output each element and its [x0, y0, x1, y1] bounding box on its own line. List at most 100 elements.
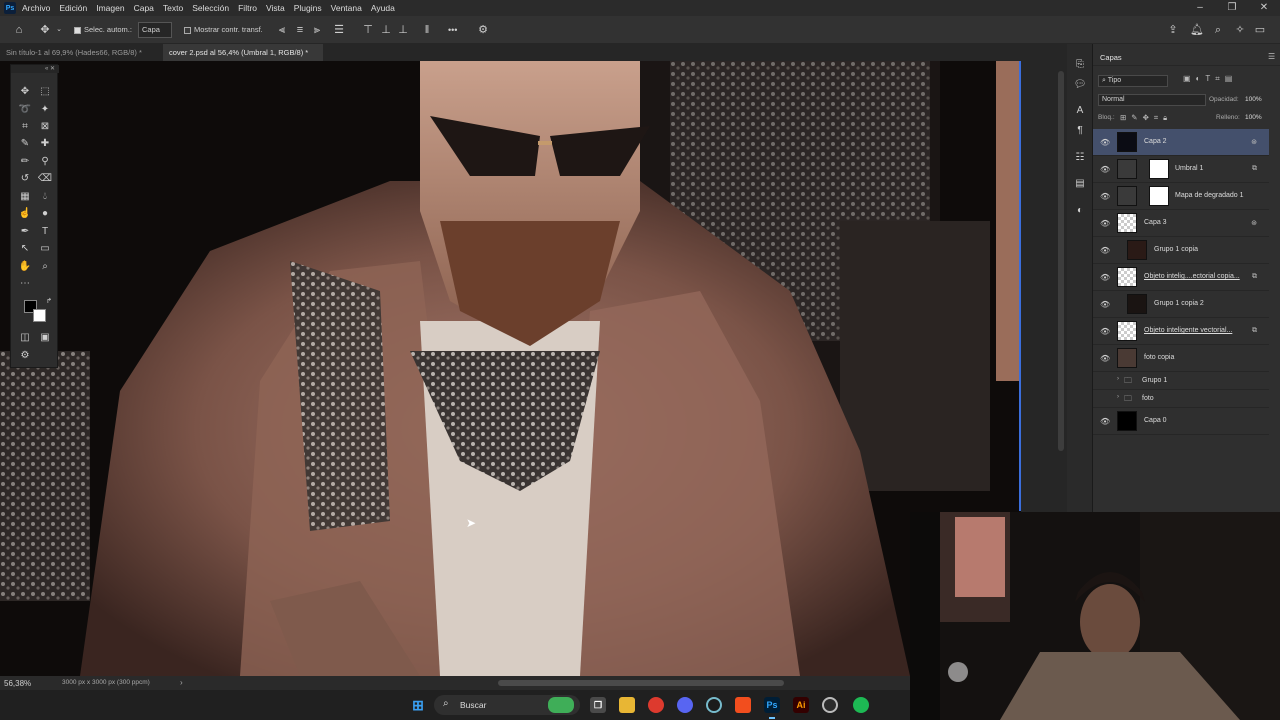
layer-row-capa-3[interactable]: 👁︎ Capa 3 ⊛: [1093, 210, 1269, 237]
smudge-tool-icon[interactable]: ☝: [17, 207, 33, 221]
task-view-icon[interactable]: ❐: [590, 697, 606, 713]
more-options-icon[interactable]: •••: [448, 22, 462, 38]
layers-panel-title[interactable]: Capas: [1100, 53, 1122, 62]
photoshop-taskbar-icon[interactable]: Ps: [764, 697, 780, 713]
zoom-level[interactable]: 56,38%: [4, 679, 31, 688]
layer-name[interactable]: Objeto intelig....ectorial copia...: [1144, 273, 1240, 280]
crop-tool-icon[interactable]: ⌗: [17, 120, 33, 134]
share-icon[interactable]: ⇪: [1166, 22, 1180, 38]
move-tool-icon[interactable]: ✥: [38, 22, 52, 38]
history-brush-icon[interactable]: ↺: [17, 172, 33, 186]
paragraph-icon[interactable]: ¶: [1072, 124, 1088, 138]
opacity-input[interactable]: 100%: [1245, 96, 1262, 103]
distribute-vertical-icon[interactable]: ‖: [421, 22, 433, 38]
eye-icon[interactable]: 👁︎: [1100, 417, 1110, 426]
layer-name[interactable]: Capa 0: [1144, 417, 1167, 424]
layer-row-umbral-1[interactable]: 👁︎ Umbral 1 ⧉: [1093, 156, 1269, 183]
properties-icon[interactable]: ◐: [1072, 204, 1088, 218]
menu-plugins[interactable]: Plugins: [294, 3, 322, 13]
chevron-right-icon[interactable]: ›: [1117, 376, 1119, 382]
illustrator-taskbar-icon[interactable]: Ai: [793, 697, 809, 713]
brush-tool-icon[interactable]: ✏: [17, 155, 33, 169]
adjustments-icon[interactable]: ☷: [1072, 151, 1088, 165]
type-tool-icon[interactable]: T: [37, 225, 53, 239]
windows-start-icon[interactable]: ⊞: [410, 697, 426, 713]
chevron-down-icon[interactable]: ⌄: [55, 22, 63, 38]
libraries-icon[interactable]: ▤: [1072, 177, 1088, 191]
layer-row-grupo-1[interactable]: › 🗀 Grupo 1: [1093, 372, 1269, 390]
swap-colors-icon[interactable]: ↱: [41, 295, 57, 309]
comments-icon[interactable]: 💬︎: [1072, 78, 1088, 92]
more-tools-icon[interactable]: ⋯: [17, 277, 33, 291]
stamp-tool-icon[interactable]: ⚲: [37, 155, 53, 169]
chevron-right-icon[interactable]: ›: [1117, 394, 1119, 400]
dodge-tool-icon[interactable]: ●: [37, 207, 53, 221]
align-center-icon[interactable]: ≡: [294, 22, 306, 38]
align-middle-icon[interactable]: ⊥: [380, 22, 392, 38]
align-top-icon[interactable]: ⊤: [362, 22, 374, 38]
move-tool-icon[interactable]: ✥: [17, 85, 33, 99]
layer-row-mapa-degradado[interactable]: 👁︎ Mapa de degradado 1: [1093, 183, 1269, 210]
layer-name[interactable]: Capa 2: [1144, 138, 1167, 145]
lock-icons[interactable]: ⊞✎✥⌗🔒︎: [1120, 113, 1172, 123]
menu-edicion[interactable]: Edición: [59, 3, 87, 13]
status-chevron-icon[interactable]: ›: [180, 678, 183, 687]
file-explorer-icon[interactable]: [619, 697, 635, 713]
layer-row-capa-2[interactable]: 👁︎ Capa 2 ⊛: [1093, 129, 1269, 156]
quick-mask-icon[interactable]: ◫: [17, 331, 33, 345]
layer-name[interactable]: foto copia: [1144, 354, 1174, 361]
frame-tool-icon[interactable]: ⊠: [37, 120, 53, 134]
document-canvas[interactable]: ➤: [0, 61, 1021, 676]
zoom-tool-icon[interactable]: ⌕: [37, 260, 53, 274]
align-right-icon[interactable]: ⫸: [311, 22, 323, 38]
pen-tool-icon[interactable]: ✒: [17, 225, 33, 239]
layer-name[interactable]: Capa 3: [1144, 219, 1167, 226]
eye-icon[interactable]: 👁︎: [1100, 138, 1110, 147]
layer-name[interactable]: Grupo 1 copia 2: [1154, 300, 1204, 307]
marquee-tool-icon[interactable]: ⬚: [37, 85, 53, 99]
healing-brush-icon[interactable]: ✚: [37, 137, 53, 151]
discord-icon[interactable]: [677, 697, 693, 713]
show-transform-check[interactable]: [184, 26, 191, 34]
layer-row-objeto-vectorial[interactable]: 👁︎ Objeto inteligente vectorial... ⧉: [1093, 318, 1269, 345]
align-left-icon[interactable]: ⫷: [276, 22, 288, 38]
gear-icon[interactable]: ⚙: [476, 22, 490, 38]
lasso-tool-icon[interactable]: ➰: [17, 103, 33, 117]
history-icon[interactable]: ⎘: [1072, 58, 1088, 72]
distribute-icon[interactable]: ☰: [333, 22, 345, 38]
menu-ventana[interactable]: Ventana: [331, 3, 362, 13]
menu-ayuda[interactable]: Ayuda: [371, 3, 395, 13]
blend-mode-dropdown[interactable]: Normal: [1098, 94, 1206, 106]
slack-icon[interactable]: [706, 697, 722, 713]
menu-seleccion[interactable]: Selección: [192, 3, 229, 13]
settings-icon[interactable]: [822, 697, 838, 713]
layer-filter-dropdown[interactable]: ⌕ Tipo: [1098, 75, 1168, 87]
menu-texto[interactable]: Texto: [163, 3, 183, 13]
layer-name[interactable]: foto: [1142, 395, 1154, 402]
layer-name[interactable]: Umbral 1: [1175, 165, 1203, 172]
background-color-swatch[interactable]: [33, 309, 46, 322]
eye-icon[interactable]: 👁︎: [1100, 219, 1110, 228]
minimize-icon[interactable]: –: [1184, 0, 1216, 16]
taskbar-search-box[interactable]: ⌕ Buscar: [434, 695, 580, 715]
home-icon[interactable]: ⌂: [12, 22, 26, 38]
eye-icon[interactable]: 👁︎: [1100, 273, 1110, 282]
eraser-tool-icon[interactable]: ⌫: [37, 172, 53, 186]
layer-name[interactable]: Objeto inteligente vectorial...: [1144, 327, 1232, 334]
eye-icon[interactable]: 👁︎: [1100, 165, 1110, 174]
spotify-icon[interactable]: [853, 697, 869, 713]
eye-icon[interactable]: 👁︎: [1100, 327, 1110, 336]
character-icon[interactable]: A: [1072, 104, 1088, 118]
layer-name[interactable]: Grupo 1: [1142, 377, 1167, 384]
figma-icon[interactable]: [735, 697, 751, 713]
layer-row-grupo-1-copia[interactable]: 👁︎ Grupo 1 copia: [1093, 237, 1269, 264]
vertical-scrollbar[interactable]: [1058, 71, 1064, 451]
show-transform-checkbox[interactable]: Mostrar contr. transf.: [184, 22, 263, 38]
path-select-icon[interactable]: ↖: [17, 242, 33, 256]
maximize-icon[interactable]: ❐: [1216, 0, 1248, 16]
layer-row-foto-copia[interactable]: 👁︎ foto copia: [1093, 345, 1269, 372]
search-icon[interactable]: ⌕: [1211, 22, 1225, 38]
gradient-tool-icon[interactable]: ▦: [17, 190, 33, 204]
eye-icon[interactable]: 👁︎: [1100, 354, 1110, 363]
auto-select-dropdown[interactable]: Capa: [138, 22, 172, 38]
